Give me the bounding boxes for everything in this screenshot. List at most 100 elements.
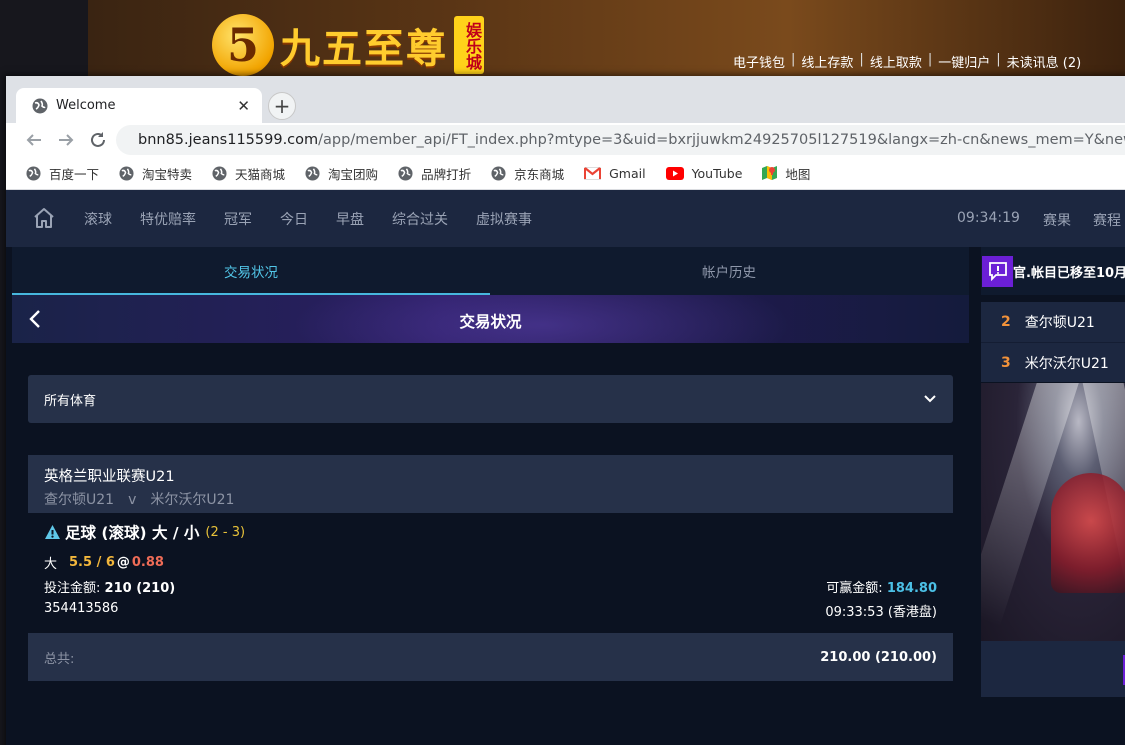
bet-selection: 大 5.5 / 6 @ 0.88 — [44, 553, 937, 572]
main-content: 交易状况 帐户历史 交易状况 所有体育 英格兰职业联赛U21 查尔顿U21 v 米尔… — [12, 247, 969, 745]
nav-item-best-odds[interactable]: 特优赔率 — [140, 209, 196, 229]
forward-arrow-icon[interactable] — [54, 128, 78, 152]
link-consolidate[interactable]: 一键归户 — [938, 52, 990, 71]
nav-item-results[interactable]: 赛果 — [1043, 210, 1071, 230]
selection-odds: 0.88 — [131, 555, 164, 570]
link-unread-messages[interactable]: 未读讯息 (2) — [1007, 52, 1082, 71]
separator: | — [859, 52, 864, 67]
link-deposit[interactable]: 线上存款 — [801, 52, 853, 71]
bookmark-jd[interactable]: 京东商城 — [491, 164, 564, 183]
bet-ticket: 英格兰职业联赛U21 查尔顿U21 v 米尔沃尔U21 足球 (滚球) 大 / 小 … — [28, 455, 953, 633]
nav-item-today[interactable]: 今日 — [280, 209, 308, 229]
globe-icon — [398, 165, 413, 181]
globe-icon — [32, 98, 48, 113]
page-banner: 交易状况 — [12, 295, 969, 343]
sport-filter-dropdown[interactable]: 所有体育 — [28, 375, 953, 423]
promo-image[interactable] — [981, 383, 1125, 641]
url-path: /app/member_api/FT_index.php?mtype=3&uid… — [318, 132, 1125, 148]
nav-item-outrights[interactable]: 冠军 — [224, 209, 252, 229]
ticket-id: 354413586 — [44, 601, 119, 616]
separator: | — [927, 52, 933, 67]
nav-item-virtual[interactable]: 虚拟赛事 — [476, 209, 532, 229]
at-symbol: @ — [116, 555, 130, 570]
bookmark-baidu[interactable]: 百度一下 — [26, 164, 99, 183]
home-team: 查尔顿U21 — [44, 492, 115, 508]
announcement-bar: 官.帐目已移至10月 — [981, 247, 1125, 295]
player-figure — [1051, 473, 1125, 593]
bookmarks-bar: 百度一下 淘宝特卖 天猫商城 淘宝团购 品牌打折 京东商城 Gmail YouT… — [6, 157, 1125, 190]
main-navigation: 滚球 特优赔率 冠军 今日 早盘 综合过关 虚拟赛事 09:34:19 赛果 赛… — [6, 190, 1125, 247]
nav-item-parlay[interactable]: 综合过关 — [392, 209, 448, 229]
stake-label: 投注金额: — [44, 581, 101, 596]
bookmark-gmail[interactable]: Gmail — [584, 166, 646, 181]
bookmark-taobao-group[interactable]: 淘宝团购 — [305, 164, 378, 183]
tab-transaction-status[interactable]: 交易状况 — [12, 247, 490, 295]
close-icon[interactable]: ✕ — [237, 97, 250, 115]
bet-market: 足球 (滚球) 大 / 小 — [65, 524, 200, 542]
browser-tab[interactable]: Welcome ✕ — [16, 88, 262, 123]
separator: | — [996, 52, 1001, 67]
bookmark-youtube[interactable]: YouTube — [665, 166, 742, 181]
content-tabs: 交易状况 帐户历史 — [12, 247, 969, 295]
new-tab-button[interactable]: + — [268, 92, 296, 120]
stake-row: 投注金额: 210 (210) 可赢金额: 184.80 — [44, 577, 937, 596]
gmail-icon — [584, 166, 602, 180]
browser-window: Welcome ✕ + bnn85.jeans115599.com/app/me… — [6, 76, 1125, 745]
logo-text: 九五至尊 — [280, 25, 448, 72]
total-label: 总共: — [44, 651, 75, 667]
logo-emblem: 5 — [212, 14, 274, 76]
link-withdraw[interactable]: 线上取款 — [870, 52, 922, 71]
sportsbook-app: 滚球 特优赔率 冠军 今日 早盘 综合过关 虚拟赛事 09:34:19 赛果 赛… — [6, 190, 1125, 745]
selection-side: 大 — [44, 557, 58, 572]
side-panel: 官.帐目已移至10月 2 查尔顿U21 3 米尔沃尔U21 — [981, 247, 1125, 745]
market-line: 足球 (滚球) 大 / 小 (2 - 3) — [44, 521, 937, 543]
reload-icon[interactable] — [86, 128, 110, 152]
total-bar: 总共: 210.00 (210.00) — [28, 633, 953, 681]
logo-badge: 娱乐城 — [454, 16, 484, 74]
bookmark-tmall[interactable]: 天猫商城 — [212, 164, 285, 183]
bet-header: 英格兰职业联赛U21 查尔顿U21 v 米尔沃尔U21 — [28, 455, 953, 513]
announcement-text: 官.帐目已移至10月 — [1013, 265, 1125, 281]
nav-item-early[interactable]: 早盘 — [336, 209, 364, 229]
win-value: 184.80 — [886, 581, 937, 596]
home-icon[interactable] — [32, 206, 56, 230]
nav-item-inplay[interactable]: 滚球 — [84, 209, 112, 229]
announcement-icon[interactable] — [982, 255, 1013, 287]
youtube-icon — [665, 166, 684, 180]
versus-label: v — [128, 492, 137, 508]
tab-account-history[interactable]: 帐户历史 — [490, 247, 968, 295]
match-teams: 查尔顿U21 v 米尔沃尔U21 — [44, 489, 937, 509]
rank-team: 查尔顿U21 — [1024, 315, 1095, 331]
win-label: 可赢金额: — [826, 581, 883, 596]
selection-handicap: 5.5 / 6 — [69, 555, 115, 570]
rank-team: 米尔沃尔U21 — [1024, 355, 1109, 372]
separator: | — [791, 52, 796, 67]
globe-icon — [491, 165, 506, 181]
link-wallet[interactable]: 电子钱包 — [733, 52, 785, 71]
globe-icon — [26, 165, 41, 181]
page-title: 交易状况 — [459, 313, 522, 331]
globe-icon — [119, 165, 134, 181]
address-bar[interactable]: bnn85.jeans115599.com/app/member_api/FT_… — [116, 125, 1125, 155]
away-team: 米尔沃尔U21 — [150, 492, 235, 508]
league-name: 英格兰职业联赛U21 — [44, 469, 175, 485]
back-arrow-icon[interactable] — [22, 128, 46, 152]
bookmark-maps[interactable]: 地图 — [762, 164, 810, 183]
potential-win: 可赢金额: 184.80 — [826, 577, 937, 596]
bookmark-brand-discount[interactable]: 品牌打折 — [398, 164, 471, 183]
site-logo: 5 九五至尊 娱乐城 — [212, 14, 484, 76]
url-host: bnn85.jeans115599.com — [138, 132, 319, 148]
tab-title: Welcome — [56, 98, 116, 113]
nav-item-schedule[interactable]: 赛程 — [1093, 210, 1121, 230]
rank-number: 3 — [1001, 354, 1011, 371]
live-score: (2 - 3) — [205, 524, 246, 540]
bet-time: 09:33:53 (香港盘) — [825, 605, 937, 620]
browser-toolbar: bnn85.jeans115599.com/app/member_api/FT_… — [6, 123, 1125, 157]
nav-right: 赛果 赛程 — [1043, 210, 1121, 230]
bet-details: 足球 (滚球) 大 / 小 (2 - 3) 大 5.5 / 6 @ 0.88 投… — [28, 513, 953, 633]
bookmark-taobao-sale[interactable]: 淘宝特卖 — [119, 164, 192, 183]
chevron-down-icon — [924, 395, 936, 403]
maps-icon — [762, 166, 778, 180]
url-text: bnn85.jeans115599.com/app/member_api/FT_… — [138, 132, 1125, 148]
globe-icon — [212, 165, 227, 181]
